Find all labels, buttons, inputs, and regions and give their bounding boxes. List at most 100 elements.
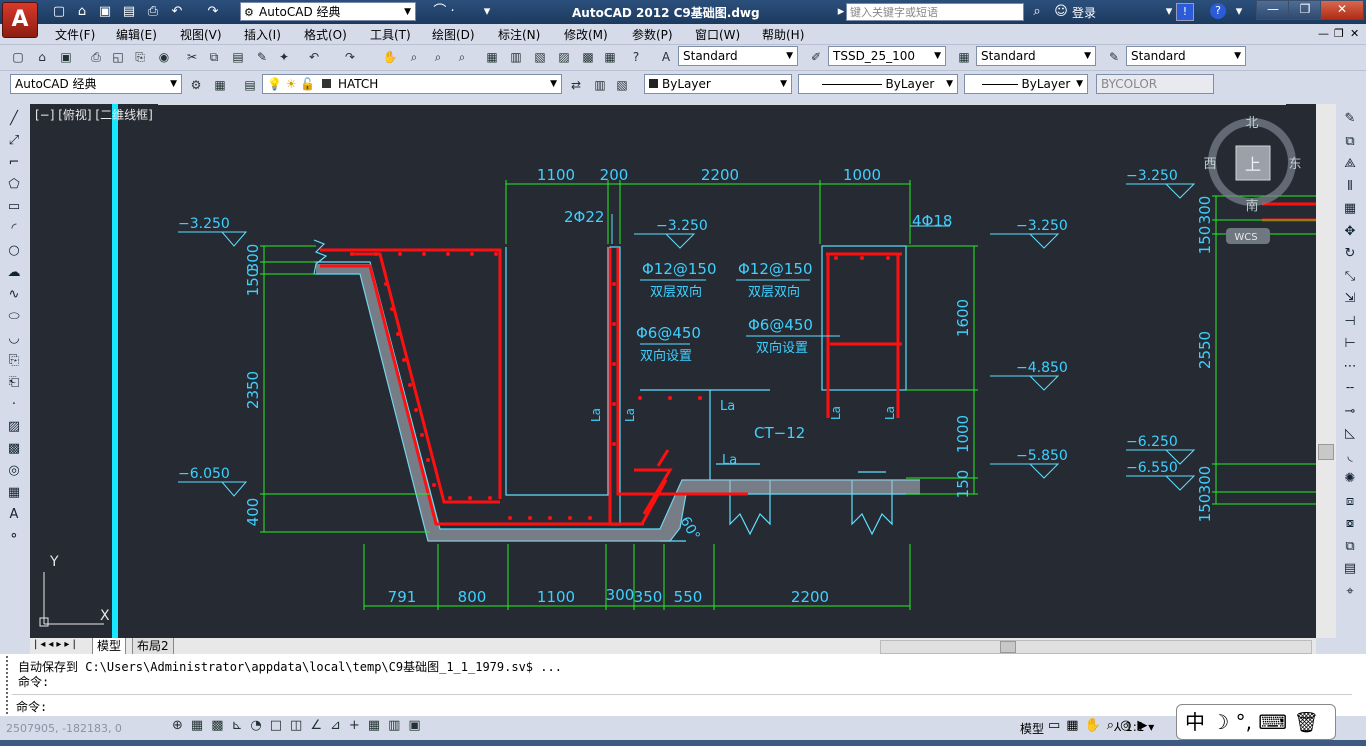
- command-input[interactable]: 命令:: [12, 694, 1352, 715]
- annotation-scale[interactable]: ⅄ 1:1 ▾: [1114, 720, 1154, 734]
- mtext-icon[interactable]: A: [4, 504, 24, 526]
- line-icon[interactable]: ╱: [4, 108, 24, 130]
- print-icon[interactable]: ⎙: [86, 47, 106, 67]
- make-block-icon[interactable]: ⎗: [4, 372, 24, 394]
- insert-block-icon[interactable]: ⎘: [4, 350, 24, 372]
- paste-clip-icon[interactable]: ▤: [1340, 558, 1360, 581]
- otrack-icon[interactable]: ∠: [310, 718, 330, 733]
- sheetset-icon[interactable]: ▨: [554, 47, 574, 67]
- tab-layout2[interactable]: 布局2: [132, 638, 174, 655]
- ime-toolbar[interactable]: 中 ☽ °, ⌨ 🗑: [1176, 704, 1336, 740]
- move-icon[interactable]: ✥: [1340, 221, 1360, 244]
- save-file-icon[interactable]: ▣: [56, 47, 76, 67]
- layer-previous-icon[interactable]: ▥: [590, 75, 610, 95]
- lwt-icon[interactable]: ▦: [368, 718, 388, 733]
- horizontal-scrollbar[interactable]: [880, 640, 1312, 654]
- menu-tools[interactable]: 工具(T): [370, 26, 411, 43]
- viewcube[interactable]: 上 北 南 东 西 WCS: [1203, 116, 1302, 244]
- 3dosnap-icon[interactable]: ◫: [290, 718, 310, 733]
- osnap-icon[interactable]: □: [270, 718, 290, 733]
- menu-view[interactable]: 视图(V): [180, 26, 222, 43]
- block-editor-icon[interactable]: ✦: [274, 47, 294, 67]
- ungroup-icon[interactable]: ⧇: [1340, 513, 1360, 536]
- pan-status-icon[interactable]: ✋: [1085, 718, 1107, 733]
- grid-icon[interactable]: ▩: [211, 718, 231, 733]
- viewport-label[interactable]: [−] [俯视] [二维线框]: [35, 107, 153, 122]
- measure-icon[interactable]: ⌖: [1340, 581, 1360, 604]
- hatch-icon[interactable]: ▨: [4, 416, 24, 438]
- menu-draw[interactable]: 绘图(D): [432, 26, 475, 43]
- horizontal-scroll-thumb[interactable]: [1000, 641, 1016, 653]
- binoculars-icon[interactable]: ⌕: [1028, 3, 1046, 21]
- chamfer-icon[interactable]: ◺: [1340, 423, 1360, 446]
- save-icon[interactable]: ▣: [96, 3, 114, 21]
- toolbar-help-icon[interactable]: ?: [626, 47, 646, 67]
- ime-chinese-icon[interactable]: 中: [1185, 710, 1205, 734]
- properties-icon[interactable]: ▦: [482, 47, 502, 67]
- text-style-icon[interactable]: A: [656, 47, 676, 67]
- linetype-select[interactable]: ByLayer ▼: [798, 74, 958, 94]
- ime-moon-icon[interactable]: ☽: [1211, 710, 1229, 734]
- help-dropdown-icon[interactable]: ▾: [1230, 3, 1248, 21]
- menu-file[interactable]: 文件(F): [55, 26, 95, 43]
- qnew-icon[interactable]: ▢: [8, 47, 28, 67]
- model-space-button[interactable]: 模型: [1020, 720, 1044, 737]
- undo-icon[interactable]: ↶: [168, 3, 186, 21]
- point-icon[interactable]: ·: [4, 394, 24, 416]
- lineweight-select[interactable]: ByLayer ▼: [964, 74, 1088, 94]
- make-current-icon[interactable]: ⇄: [566, 75, 586, 95]
- add-selected-icon[interactable]: ⚬: [4, 526, 24, 548]
- redo-icon[interactable]: ↷: [204, 3, 222, 21]
- exchange-icon[interactable]: !: [1176, 3, 1194, 21]
- layer-select[interactable]: 💡 ☀ 🔓 HATCH ▼: [262, 74, 562, 94]
- vertical-scroll-thumb[interactable]: [1318, 444, 1334, 460]
- ellipse-icon[interactable]: ⬭: [4, 306, 24, 328]
- zoom-previous-icon[interactable]: ⌕: [452, 47, 472, 67]
- tab-model[interactable]: 模型: [92, 638, 127, 655]
- menu-insert[interactable]: 插入(I): [244, 26, 281, 43]
- workspace-toolbar-select[interactable]: AutoCAD 经典 ▼: [10, 74, 182, 94]
- zoom-window-icon[interactable]: ⌕: [428, 47, 448, 67]
- copy-icon[interactable]: ⧉: [204, 47, 224, 67]
- ducs-icon[interactable]: ⊿: [330, 718, 349, 733]
- revcloud-icon[interactable]: ☁: [4, 262, 24, 284]
- region-icon[interactable]: ◎: [4, 460, 24, 482]
- doc-close-icon[interactable]: ✕: [1350, 27, 1359, 40]
- break-icon[interactable]: ╌: [1340, 378, 1360, 401]
- stretch-icon[interactable]: ⇲: [1340, 288, 1360, 311]
- qp-icon[interactable]: ▣: [408, 718, 428, 733]
- table-icon[interactable]: ▦: [4, 482, 24, 504]
- offset-icon[interactable]: ⫴: [1340, 176, 1360, 199]
- explode-icon[interactable]: ✺: [1340, 468, 1360, 491]
- layer-state-icon[interactable]: ▧: [612, 75, 632, 95]
- zoom-realtime-icon[interactable]: ⌕: [404, 47, 424, 67]
- publish-icon[interactable]: ⎘: [130, 47, 150, 67]
- close-button[interactable]: ✕: [1320, 0, 1364, 20]
- menu-window[interactable]: 窗口(W): [695, 26, 740, 43]
- ime-keyboard-icon[interactable]: ⌨: [1258, 710, 1287, 734]
- rectangle-icon[interactable]: ▭: [4, 196, 24, 218]
- workspace-select[interactable]: ⚙ AutoCAD 经典 ▼: [240, 2, 416, 21]
- maximize-button[interactable]: ❐: [1288, 0, 1322, 20]
- text-style-select[interactable]: Standard ▼: [678, 46, 798, 66]
- color-select[interactable]: ByLayer ▼: [644, 74, 792, 94]
- ortho-icon[interactable]: ⊾: [232, 718, 251, 733]
- rotate-icon[interactable]: ↻: [1340, 243, 1360, 266]
- open-file-icon[interactable]: ⌂: [32, 47, 52, 67]
- minimize-button[interactable]: —: [1256, 0, 1290, 20]
- plotstyle-select[interactable]: BYCOLOR: [1096, 74, 1214, 94]
- construction-line-icon[interactable]: ⤢: [4, 130, 24, 152]
- quick-access-dropdown-icon[interactable]: ▾: [478, 3, 496, 21]
- polyline-quick-icon[interactable]: ⌒ ·: [424, 3, 464, 21]
- erase-icon[interactable]: ✎: [1340, 108, 1360, 131]
- infer-constraints-icon[interactable]: ⊕: [172, 718, 191, 733]
- polar-icon[interactable]: ◔: [250, 718, 269, 733]
- design-center-icon[interactable]: ▥: [506, 47, 526, 67]
- mleader-style-select[interactable]: Standard ▼: [1126, 46, 1246, 66]
- gradient-icon[interactable]: ▩: [4, 438, 24, 460]
- menu-edit[interactable]: 编辑(E): [116, 26, 157, 43]
- fillet-icon[interactable]: ◟: [1340, 446, 1360, 469]
- copy-clip-icon[interactable]: ⧉: [1340, 536, 1360, 559]
- menu-format[interactable]: 格式(O): [304, 26, 347, 43]
- tab-nav-arrows[interactable]: |◂◂▸▸|: [34, 639, 79, 650]
